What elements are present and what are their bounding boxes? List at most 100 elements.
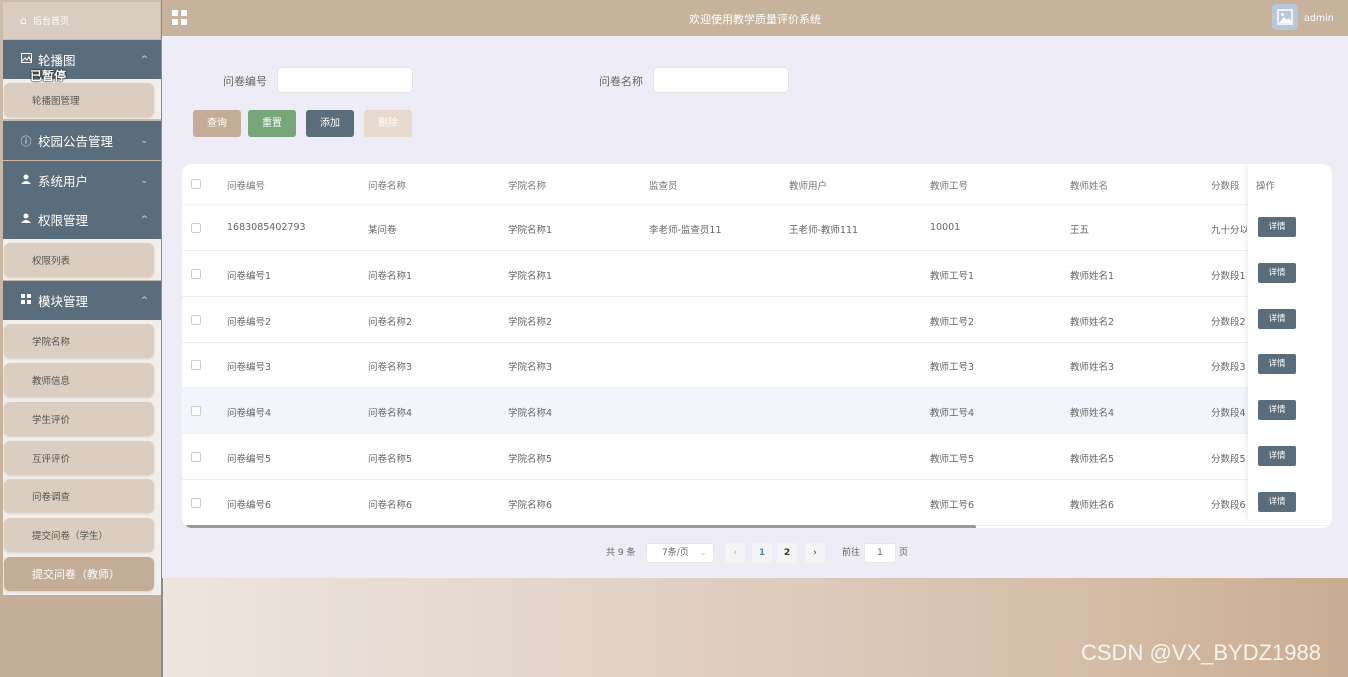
chevron-right-icon: › bbox=[813, 548, 817, 558]
sidebar-section-label: 权限管理 bbox=[38, 213, 89, 228]
detail-button[interactable]: 详情 bbox=[1258, 400, 1296, 421]
chevron-down-icon: ⌄ bbox=[699, 548, 707, 558]
detail-button[interactable]: 详情 bbox=[1258, 217, 1296, 237]
prev-page-button[interactable]: ‹ bbox=[725, 543, 745, 563]
pagination-total: 共 9 条 bbox=[606, 548, 636, 558]
table-cell: 教师姓名1 bbox=[1070, 270, 1115, 282]
survey-name-label: 问卷名称 bbox=[599, 75, 643, 88]
sidebar-item-survey[interactable]: 问卷调查 bbox=[4, 479, 154, 513]
column-header: 教师姓名 bbox=[1070, 181, 1109, 192]
row-checkbox[interactable] bbox=[191, 268, 201, 279]
table-cell: 教师工号3 bbox=[930, 362, 975, 374]
table-cell: 问卷编号6 bbox=[227, 499, 272, 511]
table-row: 问卷编号1 问卷名称1 学院名称1 教师工号1 教师姓名1 分数段1 bbox=[182, 251, 1332, 297]
table-cell: 教师工号1 bbox=[930, 270, 975, 282]
sidebar-section-system-users[interactable]: 系统用户 ⌄ bbox=[3, 161, 161, 200]
row-checkbox[interactable] bbox=[191, 452, 201, 462]
sidebar-item-peer-eval[interactable]: 互评评价 bbox=[4, 441, 154, 475]
sidebar-item-teacher-info[interactable]: 教师信息 bbox=[4, 363, 154, 397]
row-checkbox[interactable] bbox=[191, 314, 201, 325]
table-cell: 学院名称6 bbox=[508, 499, 553, 511]
table-cell: 问卷名称6 bbox=[368, 499, 413, 511]
table-row: 问卷编号6 问卷名称6 学院名称6 教师工号6 教师姓名6 分数段6 bbox=[182, 480, 1332, 526]
sidebar-item-student-eval[interactable]: 学生评价 bbox=[4, 402, 154, 436]
table-cell: 1683085402793 bbox=[227, 222, 306, 233]
add-button[interactable]: 添加 bbox=[306, 110, 354, 137]
sidebar-item-permission-list[interactable]: 权限列表 bbox=[4, 243, 154, 277]
select-all-checkbox[interactable] bbox=[191, 179, 201, 189]
goto-page-input[interactable]: 1 bbox=[864, 543, 896, 563]
query-button[interactable]: 查询 bbox=[193, 110, 241, 137]
table-cell: 教师姓名4 bbox=[1070, 408, 1115, 420]
operation-column: 操作 详情 详情 详情 详情 详情 详情 详情 bbox=[1248, 164, 1332, 520]
table-cell: 教师工号5 bbox=[930, 454, 975, 465]
sidebar-item-label: 提交问卷（学生） bbox=[32, 531, 109, 542]
chevron-up-icon: ^ bbox=[140, 214, 148, 225]
table-cell: 问卷编号4 bbox=[227, 408, 272, 420]
detail-button[interactable]: 详情 bbox=[1258, 354, 1296, 375]
table-row: 1683085402793 某问卷 学院名称1 李老师-监查员11 王老师-教师111 1… bbox=[182, 205, 1332, 251]
sidebar-section-modules[interactable]: 模块管理 ^ bbox=[3, 281, 161, 320]
table-cell: 王老师-教师111 bbox=[789, 225, 859, 236]
table-cell: 分数段2 bbox=[1211, 316, 1246, 328]
sidebar-item-carousel-manage[interactable]: 轮播图管理 bbox=[4, 83, 154, 117]
column-header: 教师用户 bbox=[789, 181, 828, 192]
table-cell: 问卷名称5 bbox=[368, 454, 413, 465]
row-checkbox[interactable] bbox=[191, 223, 201, 233]
sidebar-item-label: 权限列表 bbox=[32, 256, 71, 267]
table-cell: 李老师-监查员11 bbox=[649, 225, 722, 236]
page-size-select[interactable]: 7条/页 ⌄ bbox=[646, 543, 714, 563]
sidebar-item-submit-teacher[interactable]: 提交问卷（教师） bbox=[4, 557, 154, 591]
page-size-value: 7条/页 bbox=[662, 548, 689, 558]
delete-button[interactable]: 删除 bbox=[364, 110, 412, 137]
table-cell: 教师姓名6 bbox=[1070, 499, 1115, 511]
table-row: 问卷编号3 问卷名称3 学院名称3 教师工号3 教师姓名3 分数段3 bbox=[182, 342, 1332, 389]
column-header: 问卷名称 bbox=[368, 181, 407, 192]
info-circle-icon: ⓘ bbox=[20, 134, 32, 148]
sidebar-section-label: 系统用户 bbox=[38, 174, 89, 189]
page-2-button[interactable]: 2 bbox=[777, 543, 797, 563]
avatar[interactable] bbox=[1272, 4, 1298, 30]
sidebar-home[interactable]: ⌂ 后台首页 bbox=[3, 2, 160, 39]
chevron-down-icon: ⌄ bbox=[140, 175, 148, 186]
sidebar-item-label: 教师信息 bbox=[32, 376, 71, 387]
table-row: 问卷编号2 问卷名称2 学院名称2 教师工号2 教师姓名2 分数段2 bbox=[182, 297, 1332, 343]
sidebar-section-label: 校园公告管理 bbox=[38, 134, 114, 149]
reset-button[interactable]: 重置 bbox=[248, 110, 296, 137]
sidebar-section-announcement[interactable]: ⓘ 校园公告管理 ⌄ bbox=[3, 121, 161, 160]
table-cell: 分数段5 bbox=[1211, 454, 1246, 465]
column-header: 分数段 bbox=[1211, 181, 1240, 192]
user-name[interactable]: admin bbox=[1304, 13, 1334, 24]
horizontal-scrollbar[interactable] bbox=[186, 525, 976, 528]
row-checkbox[interactable] bbox=[191, 497, 201, 508]
chevron-up-icon: ^ bbox=[140, 295, 148, 306]
table-cell: 问卷编号2 bbox=[227, 316, 272, 328]
table-cell: 九十分以 bbox=[1211, 225, 1247, 236]
sidebar-section-permissions[interactable]: 权限管理 ^ bbox=[3, 200, 161, 239]
page-title: 欢迎使用教学质量评价系统 bbox=[689, 13, 821, 26]
survey-name-input[interactable] bbox=[653, 67, 789, 93]
detail-button[interactable]: 详情 bbox=[1258, 491, 1296, 512]
row-checkbox[interactable] bbox=[191, 406, 201, 417]
sidebar-item-submit-student[interactable]: 提交问卷（学生） bbox=[4, 518, 154, 552]
table-cell: 某问卷 bbox=[368, 225, 397, 236]
detail-button[interactable]: 详情 bbox=[1258, 308, 1296, 329]
sidebar-item-label: 问卷调查 bbox=[32, 492, 71, 503]
row-checkbox[interactable] bbox=[191, 360, 201, 371]
table-row: 问卷编号5 问卷名称5 学院名称5 教师工号5 教师姓名5 分数段5 bbox=[182, 434, 1332, 480]
next-page-button[interactable]: › bbox=[805, 543, 825, 563]
page-1-button[interactable]: 1 bbox=[752, 543, 772, 563]
sidebar-item-label: 互评评价 bbox=[32, 454, 71, 465]
chevron-up-icon: ^ bbox=[140, 54, 148, 65]
sidebar-item-college[interactable]: 学院名称 bbox=[4, 324, 154, 358]
table-cell: 教师工号2 bbox=[930, 316, 975, 328]
top-header: 欢迎使用教学质量评价系统 admin bbox=[162, 0, 1348, 36]
detail-button[interactable]: 详情 bbox=[1258, 262, 1296, 283]
survey-no-input[interactable] bbox=[277, 67, 413, 93]
detail-button[interactable]: 详情 bbox=[1258, 446, 1296, 466]
sidebar-home-label: 后台首页 bbox=[32, 17, 69, 27]
column-header: 问卷编号 bbox=[227, 181, 266, 192]
table-cell: 分数段4 bbox=[1211, 408, 1246, 420]
sidebar-section-carousel[interactable]: 轮播图 ^ bbox=[3, 40, 161, 79]
sidebar: ⌂ 后台首页 轮播图 ^ 轮播图管理 ⓘ 校园公告管理 ⌄ 系统用户 ⌄ 权限管… bbox=[0, 0, 163, 677]
